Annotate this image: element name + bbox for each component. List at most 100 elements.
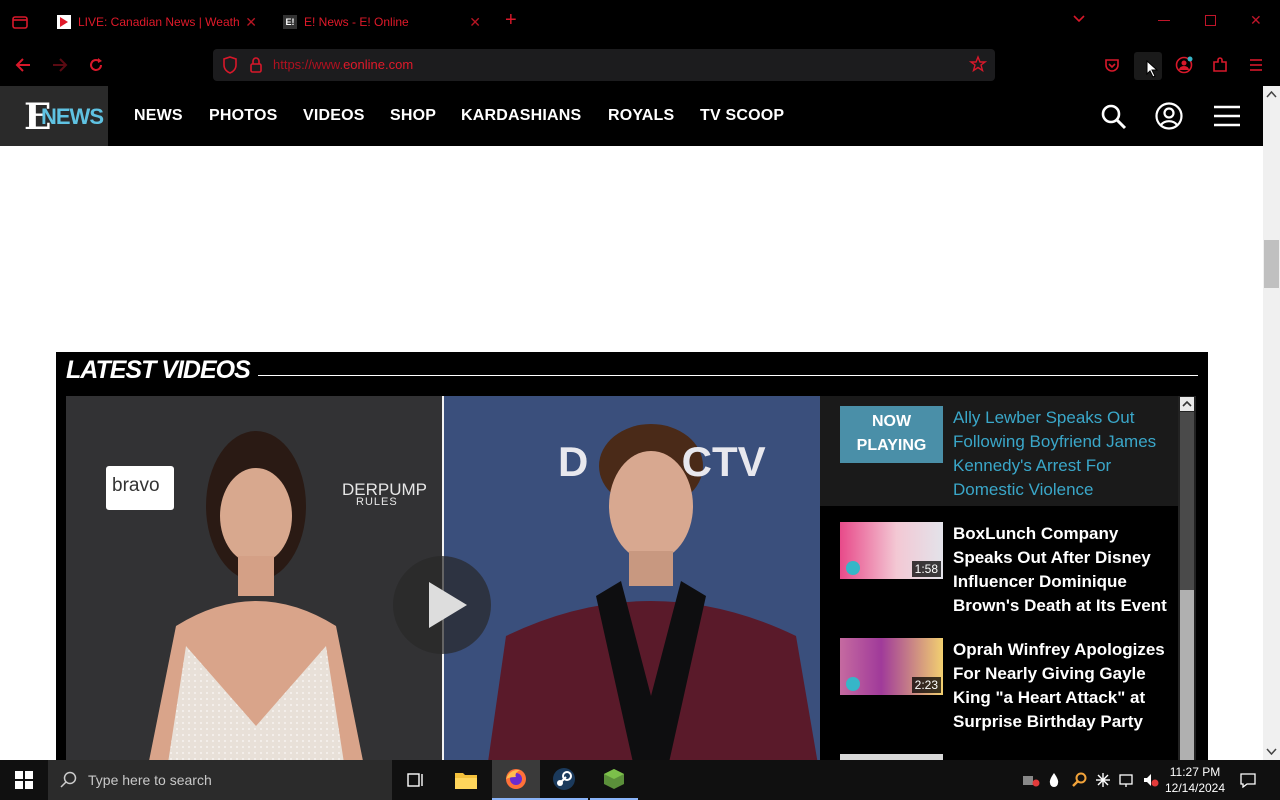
bravo-logo: bravo xyxy=(106,466,174,510)
play-button[interactable] xyxy=(393,556,491,654)
url-domain: eonline.com xyxy=(343,57,414,72)
tab-bar: LIVE: Canadian News | Weather ✕ E! E! Ne… xyxy=(0,0,1280,44)
site-header: E NEWS NEWS PHOTOS VIDEOS SHOP KARDASHIA… xyxy=(0,86,1263,146)
tray-network-icon[interactable] xyxy=(1118,772,1136,791)
url-prefix: https://www. xyxy=(273,57,344,72)
account-icon[interactable] xyxy=(1174,56,1194,74)
tray-volume-muted-icon[interactable] xyxy=(1142,772,1160,791)
now-playing-badge: NOW PLAYING xyxy=(856,413,927,454)
video-player[interactable]: bravo DERPUMP RULES D CTV xyxy=(66,396,820,760)
close-window-button[interactable]: ✕ xyxy=(1250,12,1262,29)
tray-snowflake-icon[interactable] xyxy=(1095,772,1111,791)
video-duration: 1:58 xyxy=(911,561,941,577)
new-tab-button[interactable]: + xyxy=(505,9,517,32)
list-item[interactable]: 2:23 Oprah Winfrey Apologizes For Nearly… xyxy=(820,628,1178,738)
play-icon xyxy=(846,561,860,575)
pocket-icon[interactable] xyxy=(1102,56,1122,74)
url-text[interactable]: https://www.eonline.com xyxy=(273,57,413,72)
video-thumbnail: 1:58 xyxy=(840,522,943,579)
enews-favicon-icon: E! xyxy=(283,15,297,29)
lock-icon[interactable] xyxy=(249,56,263,79)
directv-logo-text: D CTV xyxy=(558,438,766,485)
extensions-puzzle-icon[interactable] xyxy=(1210,56,1230,74)
start-button[interactable] xyxy=(0,760,48,800)
enews-logo[interactable]: E NEWS xyxy=(0,86,108,146)
video-thumbnail: NOW PLAYING xyxy=(840,406,943,463)
tab-list-icon[interactable] xyxy=(10,12,30,32)
task-view-icon xyxy=(407,773,423,787)
browser-window: LIVE: Canadian News | Weather ✕ E! E! Ne… xyxy=(0,0,1280,760)
nav-videos[interactable]: VIDEOS xyxy=(303,107,365,125)
video-title: Ally Lewber Speaks Out Following Boyfrie… xyxy=(953,408,1157,499)
page-scroll-thumb[interactable] xyxy=(1264,240,1279,288)
steam-icon xyxy=(553,768,575,790)
logo-word: NEWS xyxy=(41,104,104,129)
close-tab-icon[interactable]: ✕ xyxy=(245,14,257,31)
video-title: BoxLunch Company Speaks Out After Disney… xyxy=(953,524,1167,615)
search-icon[interactable] xyxy=(1101,104,1127,135)
taskbar-search-box[interactable]: Type here to search xyxy=(48,760,392,800)
latest-videos-section: LATEST VIDEOS bravo DERPUMP RULES D CTV … xyxy=(56,352,1208,760)
nav-kardashians[interactable]: KARDASHIANS xyxy=(461,107,581,125)
windows-taskbar: Type here to search 11:27 PM 12/14/2024 xyxy=(0,760,1280,800)
list-item[interactable]: NOW PLAYING Ally Lewber Speaks Out Follo… xyxy=(820,396,1178,506)
close-tab-icon[interactable]: ✕ xyxy=(469,14,481,31)
minecraft-icon xyxy=(604,769,624,789)
task-view-button[interactable] xyxy=(392,760,440,800)
ctv-favicon-icon xyxy=(57,15,71,29)
tab-title: E! News - E! Online xyxy=(304,15,409,29)
bravo-logo-text: bravo xyxy=(112,475,160,496)
video-duration: 2:23 xyxy=(911,677,941,693)
shield-icon[interactable] xyxy=(222,56,238,79)
firefox-button[interactable] xyxy=(492,760,540,800)
steam-button[interactable] xyxy=(540,760,588,800)
tab-title: LIVE: Canadian News | Weather xyxy=(78,15,240,29)
web-page: E NEWS NEWS PHOTOS VIDEOS SHOP KARDASHIA… xyxy=(0,86,1263,760)
tray-network-activity-icon[interactable] xyxy=(1022,772,1040,791)
video-thumbnail: 2:23 xyxy=(840,638,943,695)
restore-button[interactable] xyxy=(1205,15,1216,26)
back-arrow-icon[interactable] xyxy=(13,56,33,74)
nav-photos[interactable]: PHOTOS xyxy=(209,107,277,125)
playlist-scrollbar[interactable] xyxy=(1178,396,1196,760)
forward-arrow-icon[interactable] xyxy=(50,56,70,74)
tab-enews[interactable]: E! E! News - E! Online ✕ xyxy=(283,6,481,38)
section-heading: LATEST VIDEOS xyxy=(66,356,251,384)
address-bar[interactable]: https://www.eonline.com xyxy=(213,49,995,81)
taskbar-clock[interactable]: 11:27 PM 12/14/2024 xyxy=(1162,764,1228,796)
folder-icon xyxy=(455,773,477,789)
clock-date: 12/14/2024 xyxy=(1164,781,1226,795)
menu-hamburger-icon[interactable] xyxy=(1246,56,1266,74)
nav-tv-scoop[interactable]: TV SCOOP xyxy=(700,107,784,125)
extension-button[interactable] xyxy=(1134,52,1162,80)
bookmark-star-icon[interactable] xyxy=(968,55,988,78)
tab-canadian-news[interactable]: LIVE: Canadian News | Weather ✕ xyxy=(57,6,257,38)
list-item[interactable] xyxy=(820,744,1178,760)
user-account-icon[interactable] xyxy=(1155,102,1183,135)
file-explorer-button[interactable] xyxy=(442,760,490,800)
list-all-tabs-icon[interactable] xyxy=(1072,13,1086,27)
minecraft-button[interactable] xyxy=(590,760,638,800)
scroll-track-lower xyxy=(1180,590,1194,760)
search-icon xyxy=(60,771,77,788)
nav-royals[interactable]: ROYALS xyxy=(608,107,674,125)
nav-shop[interactable]: SHOP xyxy=(390,107,436,125)
heading-rule xyxy=(258,375,1198,376)
video-playlist: NOW PLAYING Ally Lewber Speaks Out Follo… xyxy=(820,396,1178,760)
tray-search-key-icon[interactable] xyxy=(1071,772,1087,791)
play-icon xyxy=(429,582,467,628)
video-title: Oprah Winfrey Apologizes For Nearly Givi… xyxy=(953,640,1165,731)
scroll-up-arrow-icon[interactable] xyxy=(1180,397,1194,411)
scroll-thumb[interactable] xyxy=(1180,412,1194,590)
notifications-icon[interactable] xyxy=(1239,772,1257,791)
minimize-button[interactable] xyxy=(1158,20,1170,21)
scroll-down-icon[interactable] xyxy=(1263,744,1280,758)
site-menu-icon[interactable] xyxy=(1214,105,1240,132)
scroll-up-icon[interactable] xyxy=(1263,88,1280,102)
tray-droplet-icon[interactable] xyxy=(1048,772,1060,791)
list-item[interactable]: 1:58 BoxLunch Company Speaks Out After D… xyxy=(820,512,1178,622)
navigation-toolbar: https://www.eonline.com xyxy=(0,44,1280,86)
nav-news[interactable]: NEWS xyxy=(134,107,183,125)
reload-icon[interactable] xyxy=(86,56,106,74)
page-scrollbar[interactable] xyxy=(1263,86,1280,760)
